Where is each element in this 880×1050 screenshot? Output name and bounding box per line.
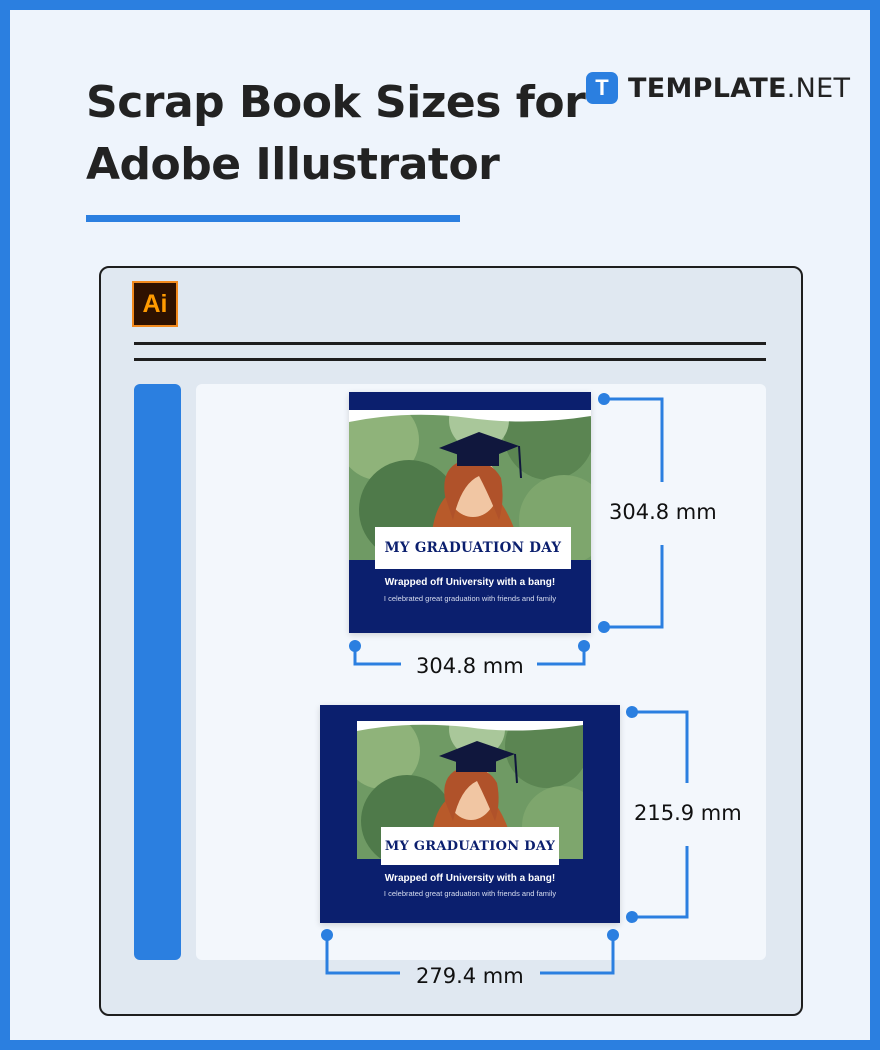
dimension-brackets — [321, 393, 689, 975]
poster-1-width-label: 304.8 mm — [416, 654, 524, 678]
bracket-endpoint — [598, 621, 610, 633]
bracket-endpoint — [598, 393, 610, 405]
bracket-endpoint — [349, 640, 361, 652]
poster-2-height-label: 215.9 mm — [634, 801, 742, 825]
bracket-endpoint — [626, 706, 638, 718]
bracket-endpoint — [578, 640, 590, 652]
bracket-endpoint — [321, 929, 333, 941]
bracket-endpoint — [607, 929, 619, 941]
poster-2-width-label: 279.4 mm — [416, 964, 524, 988]
bracket-endpoint — [626, 911, 638, 923]
poster-1-height-label: 304.8 mm — [609, 500, 717, 524]
